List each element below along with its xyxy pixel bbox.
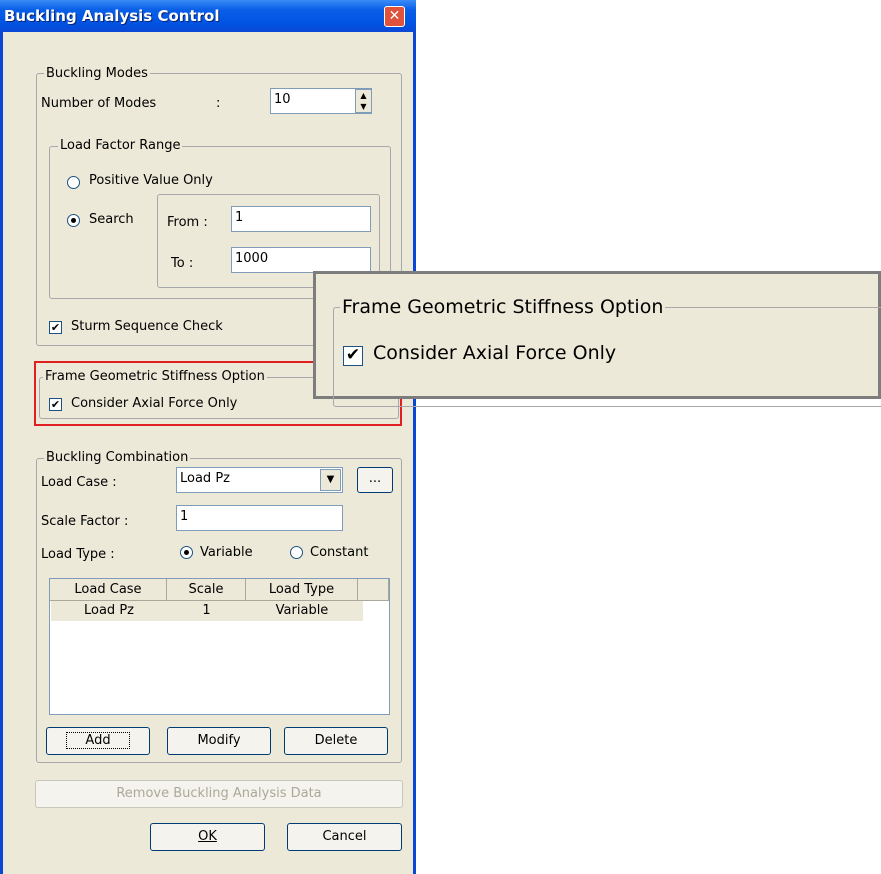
constant-label: Constant	[310, 545, 369, 560]
search-radio[interactable]	[67, 214, 80, 227]
scale-factor-label: Scale Factor :	[41, 514, 129, 529]
zoom-callout-label: Consider Axial Force Only	[373, 342, 617, 364]
variable-label: Variable	[200, 545, 253, 560]
sturm-label: Sturm Sequence Check	[71, 319, 223, 334]
sturm-checkbox[interactable]: ✔	[49, 321, 62, 334]
from-input[interactable]: 1	[231, 206, 371, 232]
table-row[interactable]: Load Pz 1 Variable	[51, 601, 363, 621]
table-header-scale[interactable]: Scale	[167, 579, 246, 601]
frame-stiffness-legend: Frame Geometric Stiffness Option	[43, 369, 267, 384]
chevron-down-icon[interactable]: ▼	[320, 469, 341, 491]
to-input[interactable]: 1000	[231, 247, 371, 273]
combination-table[interactable]: Load Case Scale Load Type Load Pz 1 Vari…	[49, 578, 390, 715]
num-modes-colon: :	[216, 96, 221, 111]
variable-radio[interactable]	[180, 546, 193, 559]
load-factor-range-legend: Load Factor Range	[58, 138, 183, 153]
modify-button[interactable]: Modify	[167, 727, 271, 755]
add-button[interactable]: Add	[46, 727, 150, 755]
zoom-callout-legend: Frame Geometric Stiffness Option	[340, 296, 666, 318]
table-header-load-case[interactable]: Load Case	[50, 579, 167, 601]
table-cell-load-case: Load Pz	[84, 603, 134, 618]
table-header-load-type[interactable]: Load Type	[246, 579, 358, 601]
zoom-callout: Frame Geometric Stiffness Option ✔ Consi…	[313, 271, 881, 407]
delete-button[interactable]: Delete	[284, 727, 388, 755]
ok-button-label: OK	[198, 829, 217, 844]
add-button-label: Add	[66, 732, 130, 749]
search-label: Search	[89, 212, 134, 227]
close-button[interactable]: ✕	[384, 6, 405, 27]
table-cell-scale: 1	[202, 603, 211, 618]
buckling-dialog: Buckling Analysis Control ✕ Buckling Mod…	[0, 0, 416, 874]
positive-value-radio[interactable]	[67, 176, 80, 189]
num-modes-spinner[interactable]: ▲ ▼	[355, 89, 372, 113]
buckling-modes-legend: Buckling Modes	[44, 66, 150, 81]
title-bar[interactable]: Buckling Analysis Control ✕	[0, 0, 416, 32]
from-label: From :	[167, 215, 208, 230]
load-type-label: Load Type :	[41, 547, 115, 562]
axial-force-checkbox[interactable]: ✔	[49, 398, 62, 411]
buckling-combination-legend: Buckling Combination	[44, 450, 191, 465]
axial-force-label: Consider Axial Force Only	[71, 396, 238, 411]
remove-buckling-data-button[interactable]: Remove Buckling Analysis Data	[35, 780, 403, 808]
constant-radio[interactable]	[290, 546, 303, 559]
browse-load-case-button[interactable]: ...	[357, 467, 393, 493]
table-cell-load-type: Variable	[275, 603, 329, 618]
dialog-title: Buckling Analysis Control	[4, 7, 220, 25]
cancel-button[interactable]: Cancel	[287, 823, 402, 851]
load-case-select[interactable]: Load Pz	[176, 467, 343, 493]
ok-button[interactable]: OK	[150, 823, 265, 851]
num-modes-label: Number of Modes	[41, 96, 157, 111]
zoom-callout-checkbox: ✔	[343, 346, 363, 366]
cancel-button-label: Cancel	[322, 829, 367, 844]
load-case-label: Load Case :	[41, 475, 117, 490]
scale-factor-input[interactable]: 1	[176, 505, 343, 531]
to-label: To :	[171, 256, 194, 271]
table-header-filler	[358, 579, 389, 601]
positive-value-label: Positive Value Only	[89, 173, 213, 188]
